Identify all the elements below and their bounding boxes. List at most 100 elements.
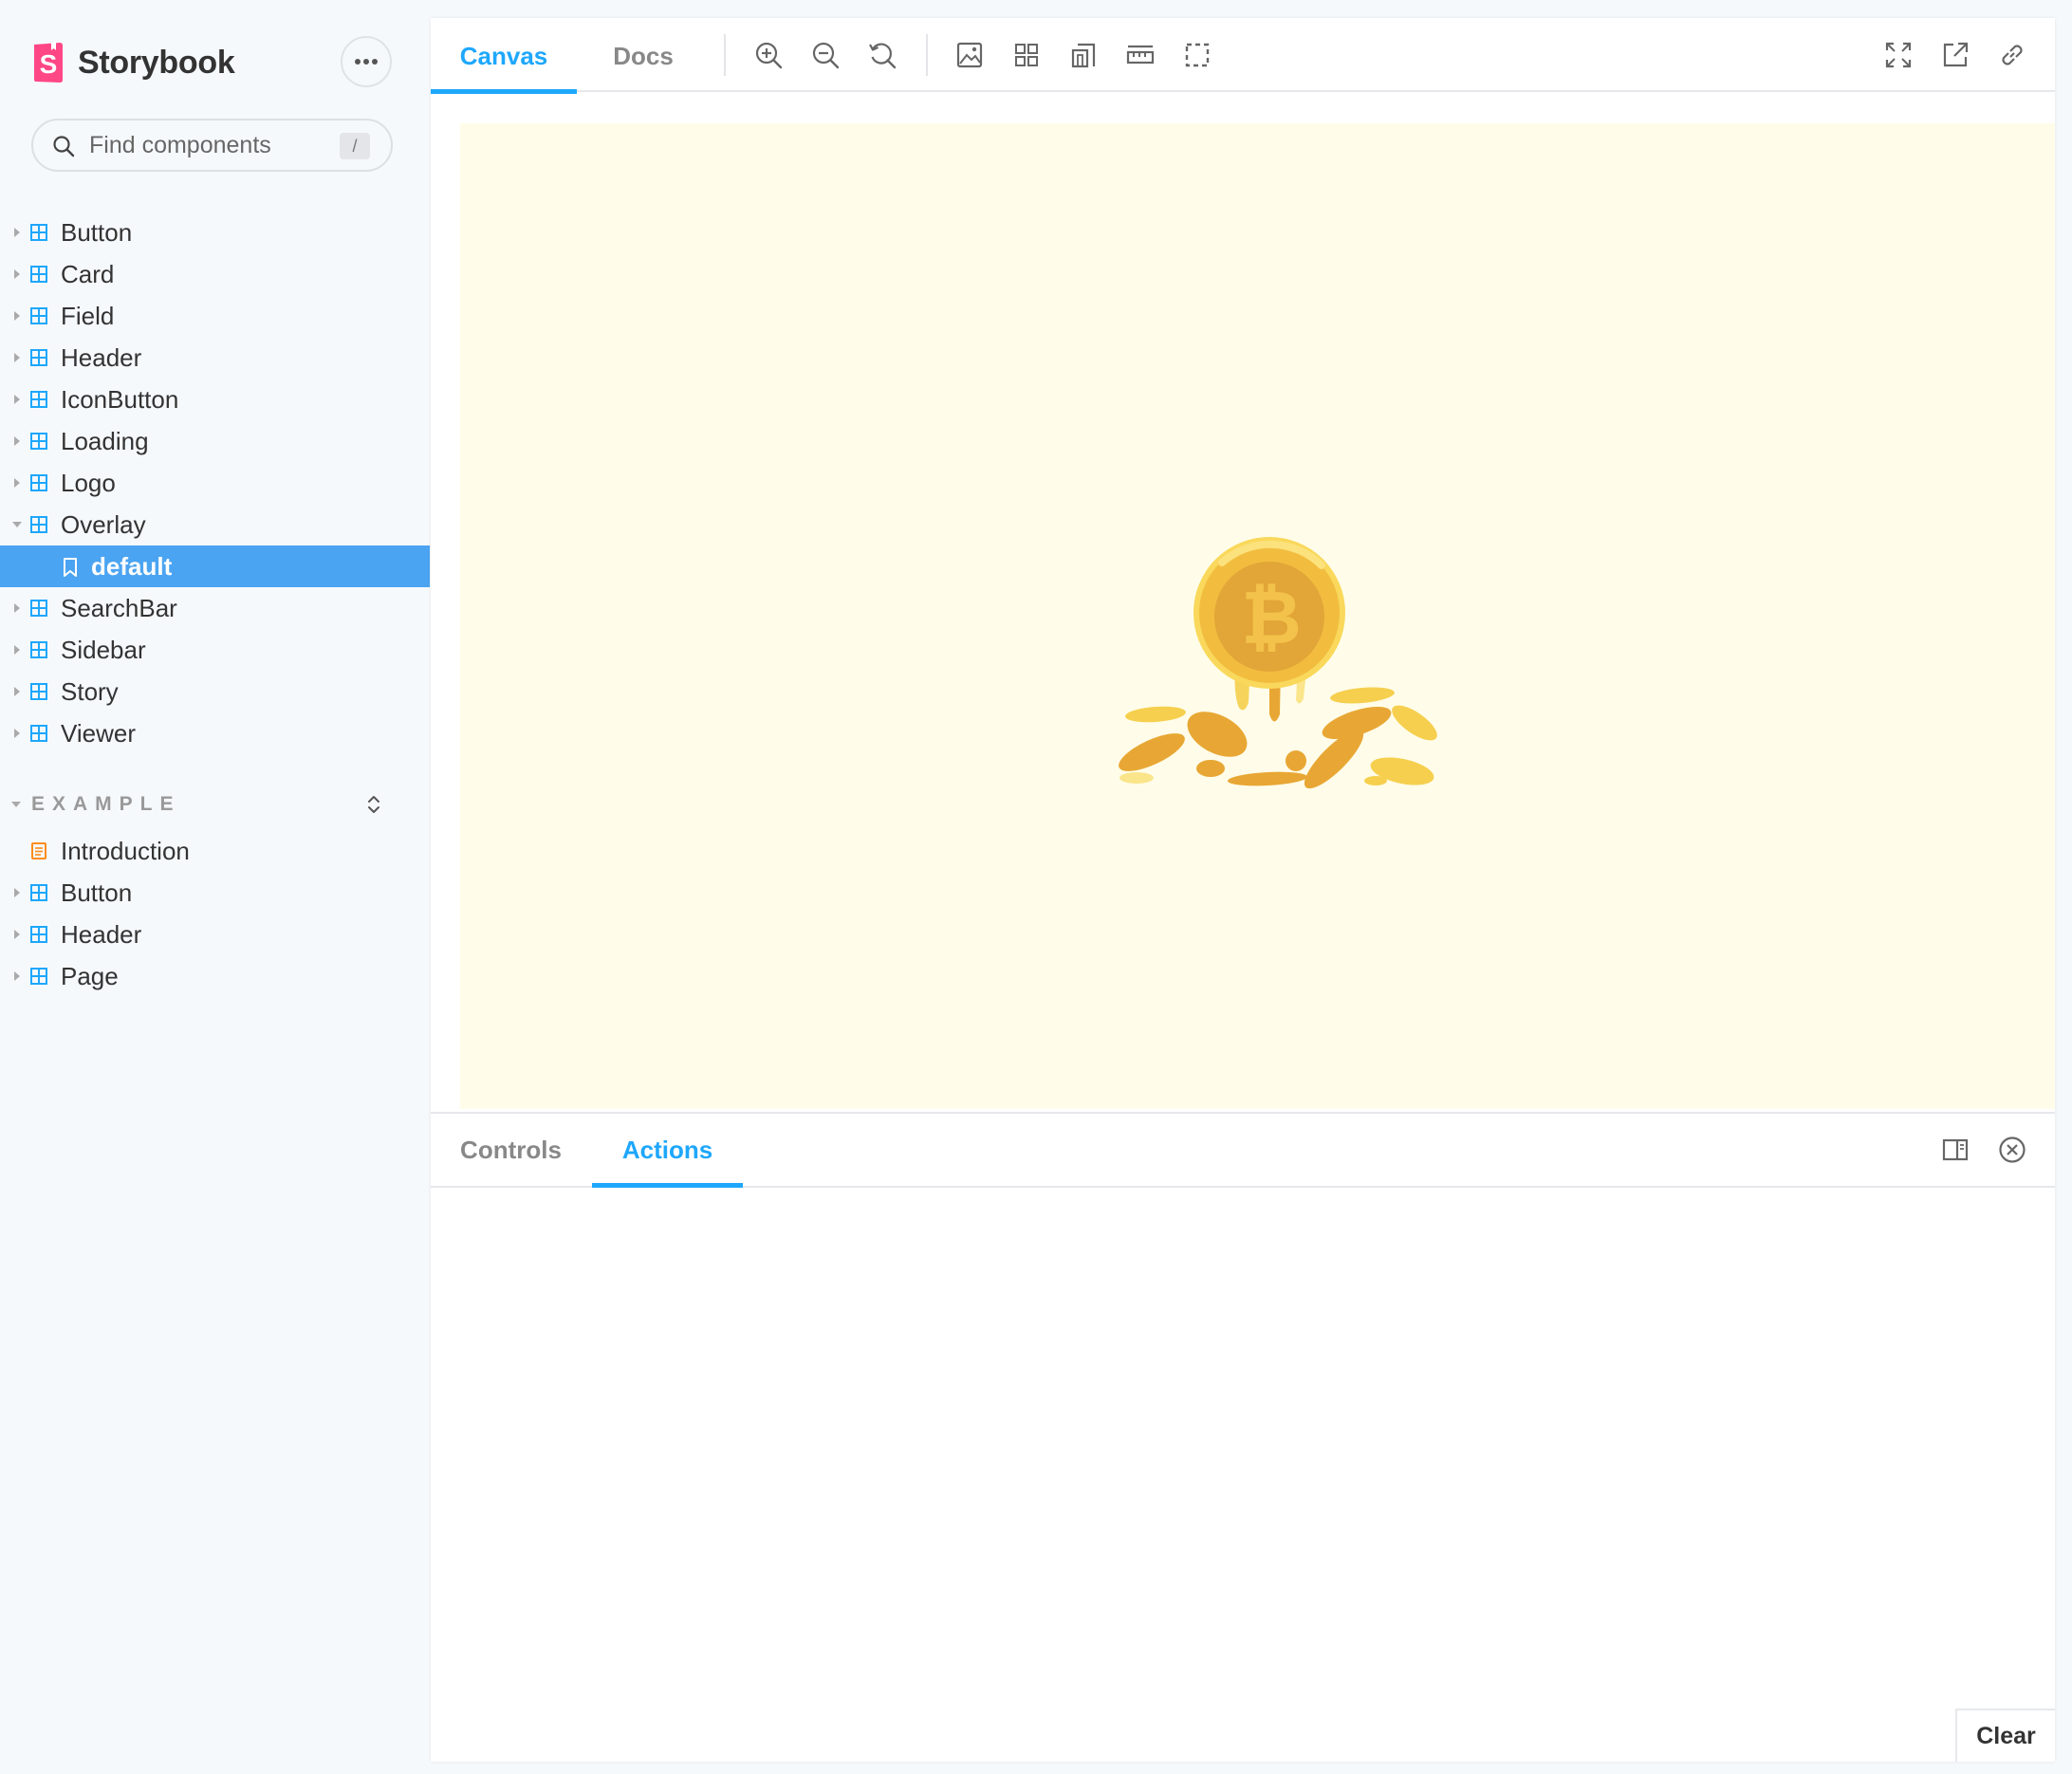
- grid-button[interactable]: [1012, 41, 1041, 69]
- caret-right-icon: [14, 311, 20, 321]
- tab-actions[interactable]: Actions: [592, 1114, 743, 1188]
- sidebar-item-page[interactable]: Page: [0, 955, 430, 997]
- sidebar-item-label: Introduction: [61, 837, 190, 865]
- sidebar-item-loading[interactable]: Loading: [0, 420, 430, 462]
- zoom-reset-button[interactable]: [868, 41, 897, 69]
- sidebar-item-iconbutton[interactable]: IconButton: [0, 379, 430, 420]
- svg-text:S: S: [40, 49, 58, 79]
- component-icon: [30, 516, 47, 533]
- component-icon: [30, 391, 47, 408]
- open-new-tab-icon: [1943, 42, 1969, 67]
- caret-right-icon: [14, 971, 20, 981]
- sidebar-item-button[interactable]: Button: [0, 212, 430, 253]
- component-icon: [30, 968, 47, 985]
- zoom-reset-icon: [869, 43, 897, 69]
- sidebar-item-label: Sidebar: [61, 636, 146, 664]
- open-new-tab-button[interactable]: [1941, 41, 1970, 69]
- bookmark-icon: [64, 558, 77, 577]
- toolbar-divider: [926, 34, 928, 76]
- component-icon: [30, 683, 47, 700]
- measure-icon: [1126, 45, 1155, 65]
- caret-right-icon: [14, 269, 20, 279]
- sidebar-item-sidebar[interactable]: Sidebar: [0, 629, 430, 671]
- fullscreen-button[interactable]: [1884, 41, 1913, 69]
- grid-icon: [1015, 44, 1038, 66]
- search-shortcut-badge: /: [340, 133, 370, 159]
- component-icon: [30, 641, 47, 658]
- tab-controls[interactable]: Controls: [431, 1114, 591, 1186]
- fullscreen-icon: [1885, 42, 1912, 68]
- sidebar-item-field[interactable]: Field: [0, 295, 430, 337]
- sidebar-item-label: Field: [61, 302, 115, 330]
- toolbar: Canvas Docs: [431, 18, 2055, 94]
- sidebar-item-label: Viewer: [61, 719, 137, 748]
- canvas-preview: ₿: [460, 123, 2055, 1109]
- close-icon: [1999, 1136, 2026, 1163]
- sidebar-toggle-icon: [1942, 1138, 1969, 1161]
- sidebar-item-overlay[interactable]: Overlay: [0, 504, 430, 545]
- sidebar-item-label: Page: [61, 962, 119, 990]
- copy-link-button[interactable]: [1998, 41, 2026, 69]
- sidebar-item-button[interactable]: Button: [0, 872, 430, 914]
- zoom-in-button[interactable]: [754, 41, 783, 69]
- panel-orientation-button[interactable]: [1941, 1136, 1970, 1164]
- sidebar-item-header[interactable]: Header: [0, 337, 430, 379]
- component-icon: [30, 224, 47, 241]
- caret-right-icon: [14, 395, 20, 404]
- tab-canvas[interactable]: Canvas: [431, 18, 577, 94]
- background-button[interactable]: [955, 41, 984, 69]
- background-icon: [956, 42, 983, 68]
- clear-button[interactable]: Clear: [1955, 1709, 2055, 1762]
- sidebar-item-searchbar[interactable]: SearchBar: [0, 587, 430, 629]
- tab-docs[interactable]: Docs: [577, 18, 710, 92]
- component-icon: [30, 349, 47, 366]
- section-header-example[interactable]: EXAMPLE: [0, 785, 430, 823]
- sidebar-item-card[interactable]: Card: [0, 253, 430, 295]
- caret-right-icon: [14, 603, 20, 613]
- sidebar-item-label: Loading: [61, 427, 149, 455]
- sidebar-item-viewer[interactable]: Viewer: [0, 712, 430, 754]
- sidebar-item-story[interactable]: Story: [0, 671, 430, 712]
- search-box[interactable]: Find components /: [31, 119, 393, 172]
- caret-down-icon: [12, 522, 22, 527]
- sidebar-item-label: Button: [61, 878, 133, 907]
- caret-right-icon: [14, 888, 20, 897]
- expand-collapse-icon[interactable]: [364, 793, 383, 816]
- sidebar-item-label: Story: [61, 677, 119, 706]
- storybook-logo[interactable]: S Storybook: [31, 42, 235, 83]
- zoom-out-button[interactable]: [811, 41, 840, 69]
- close-panel-button[interactable]: [1998, 1136, 2026, 1164]
- component-icon: [30, 725, 47, 742]
- main-panel: Canvas Docs ₿ Controls Actions Clear: [431, 18, 2055, 1762]
- sidebar-item-label: Button: [61, 218, 133, 247]
- sidebar-item-label: SearchBar: [61, 594, 177, 622]
- component-icon: [30, 266, 47, 283]
- component-icon: [30, 474, 47, 491]
- caret-right-icon: [14, 729, 20, 738]
- more-icon: [355, 59, 378, 65]
- component-icon: [30, 600, 47, 617]
- component-icon: [30, 433, 47, 450]
- sidebar-item-label: default: [91, 552, 173, 581]
- caret-down-icon: [11, 802, 21, 807]
- viewport-button[interactable]: [1069, 41, 1098, 69]
- section-title: EXAMPLE: [31, 793, 181, 815]
- copy-link-icon: [2002, 45, 2023, 65]
- sidebar-item-introduction[interactable]: Introduction: [0, 830, 430, 872]
- search-input[interactable]: Find components: [89, 120, 271, 170]
- measure-button[interactable]: [1126, 41, 1155, 69]
- component-icon: [30, 307, 47, 324]
- sidebar-item-label: Logo: [61, 469, 116, 497]
- outline-button[interactable]: [1183, 41, 1212, 69]
- zoom-in-icon: [755, 42, 783, 69]
- sidebar-item-logo[interactable]: Logo: [0, 462, 430, 504]
- sidebar-item-label: Header: [61, 920, 142, 949]
- component-icon: [30, 926, 47, 943]
- svg-text:₿: ₿: [1241, 576, 1302, 661]
- sidebar-item-header[interactable]: Header: [0, 914, 430, 955]
- caret-right-icon: [14, 228, 20, 237]
- menu-button[interactable]: [341, 36, 392, 87]
- caret-right-icon: [14, 645, 20, 655]
- story-item-default[interactable]: default: [0, 545, 430, 587]
- zoom-out-icon: [812, 42, 840, 69]
